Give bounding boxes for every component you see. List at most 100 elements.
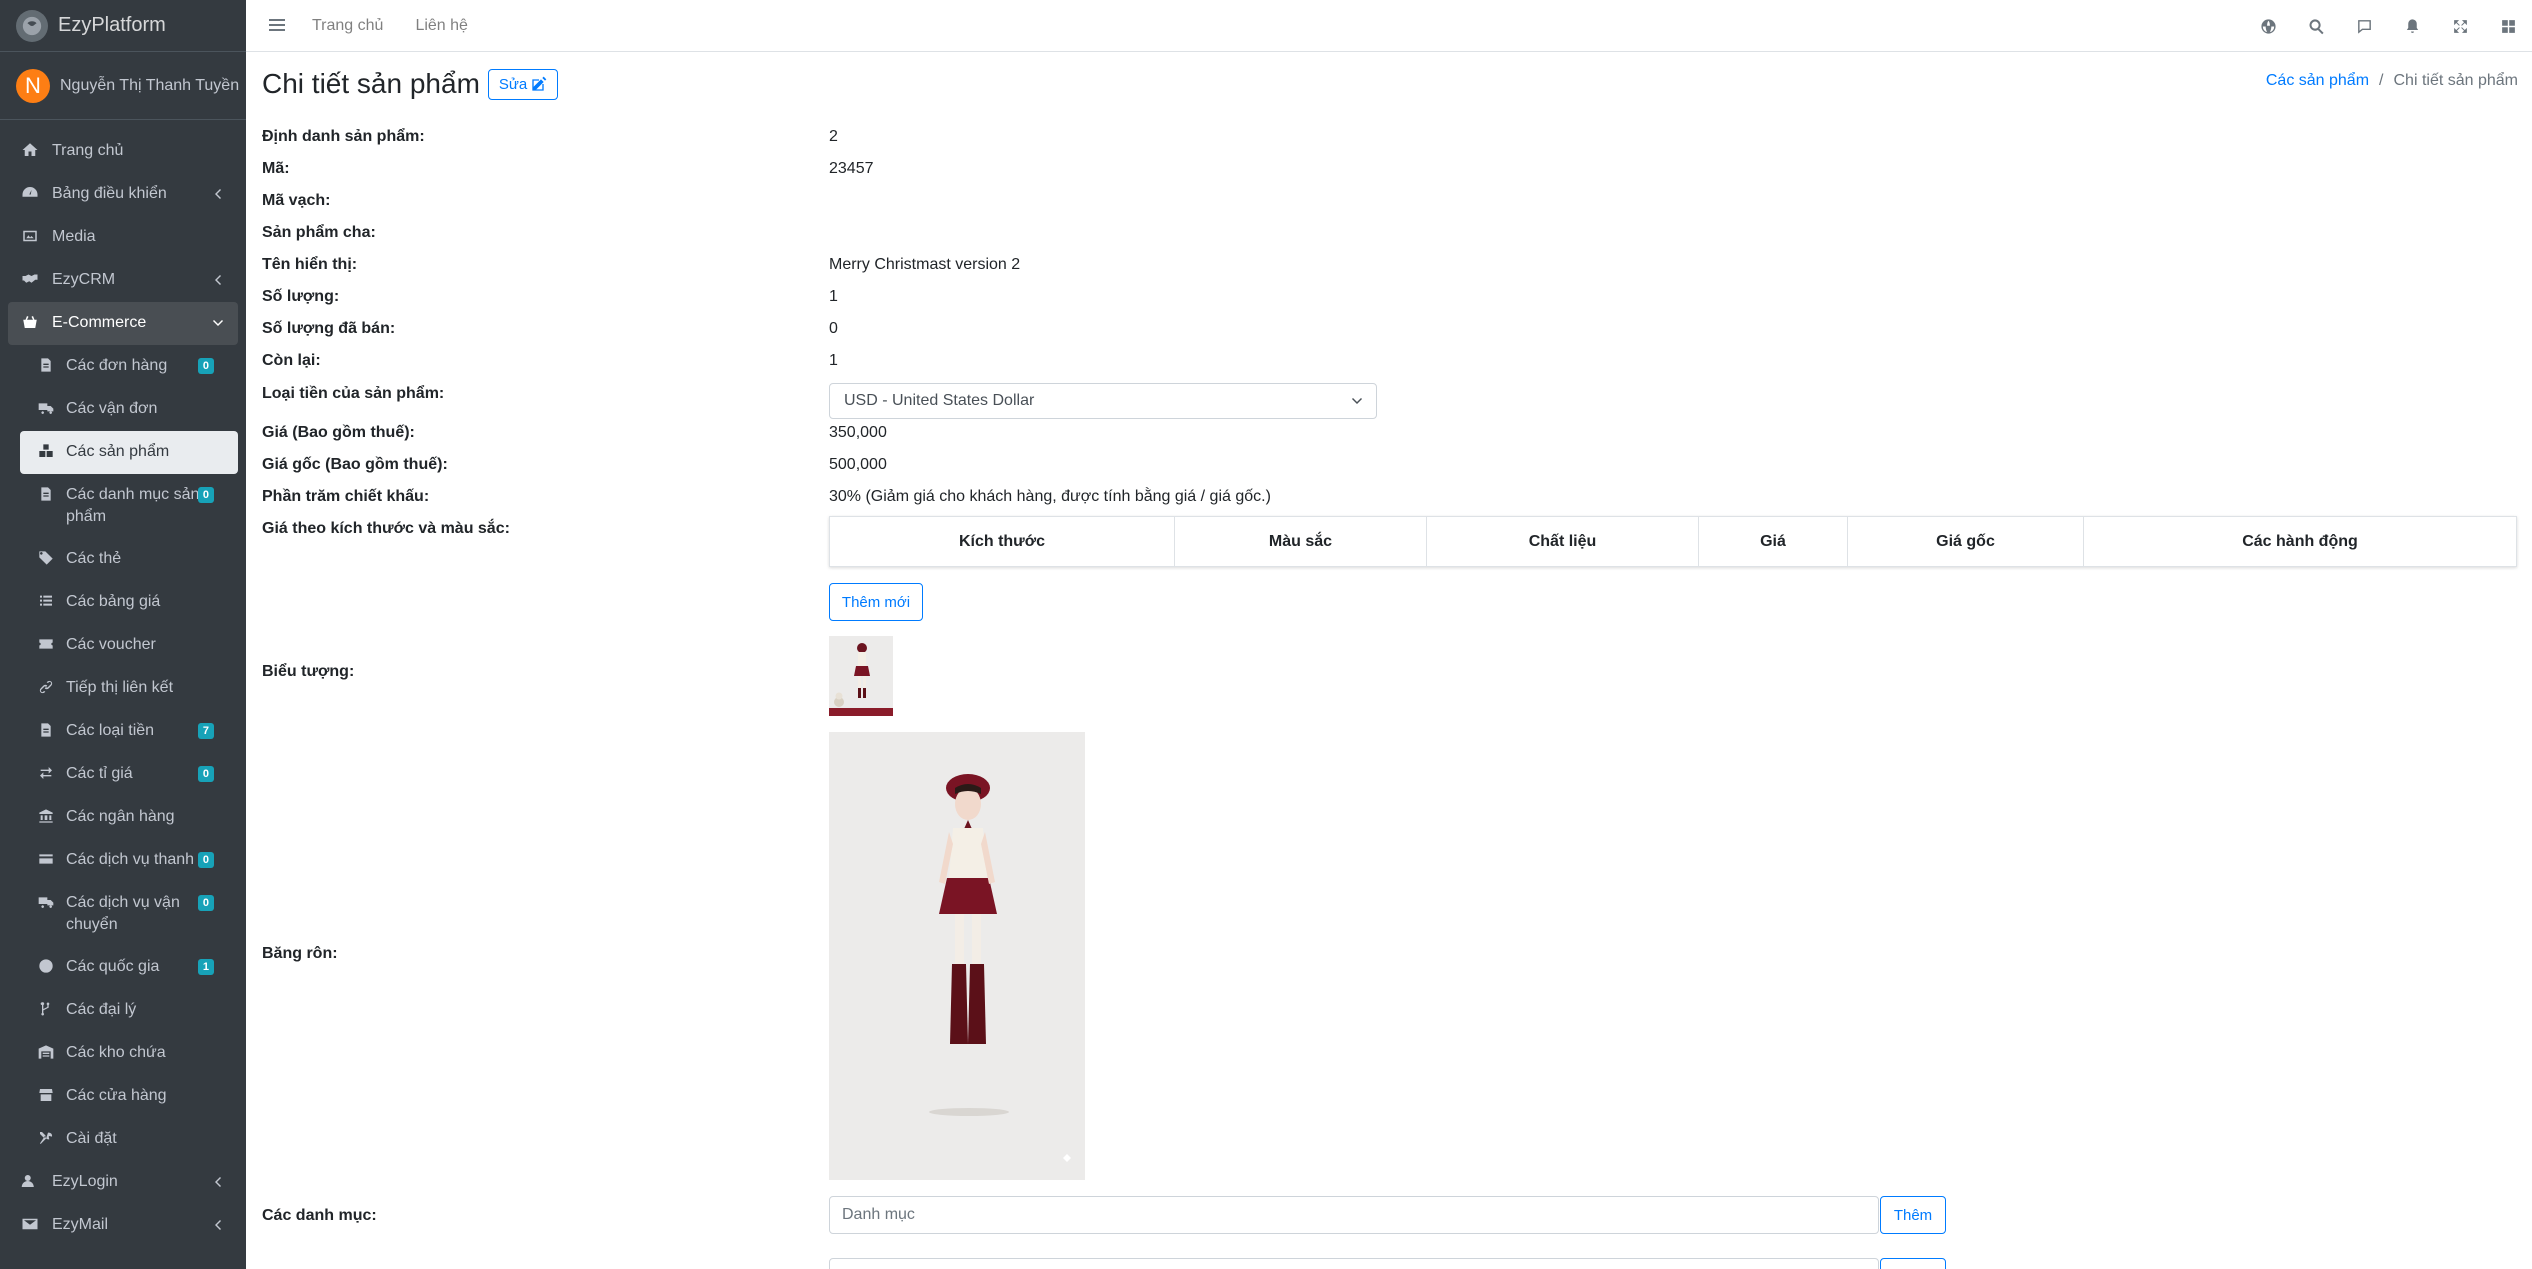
add-category-button[interactable]: Thêm	[1880, 1196, 1946, 1234]
fullscreen-icon[interactable]	[2436, 0, 2484, 52]
search-icon[interactable]	[2292, 0, 2340, 52]
table-header-color: Màu sắc	[1175, 517, 1427, 566]
payment-services-count-badge: 0	[197, 852, 214, 868]
sidebar-item-shipments[interactable]: Các vận đơn	[20, 388, 238, 431]
label-icon: Biểu tượng:	[262, 663, 355, 680]
sidebar: EzyPlatform N Nguyễn Thị Thanh Tuyền Tra…	[0, 0, 246, 1269]
sidebar-item-ecommerce[interactable]: E-Commerce	[8, 302, 238, 345]
file-icon	[36, 355, 56, 375]
sidebar-item-warehouses[interactable]: Các kho chứa	[20, 1032, 238, 1075]
chevron-left-icon	[212, 273, 224, 285]
globe-icon	[36, 956, 56, 976]
top-link-home[interactable]: Trang chủ	[312, 17, 383, 35]
sidebar-item-affiliate[interactable]: Tiếp thị liên kết	[20, 667, 238, 710]
topbar: Trang chủ Liên hệ	[246, 0, 2532, 52]
secondary-add-button[interactable]	[1880, 1258, 1946, 1269]
table-header-actions: Các hành động	[2242, 532, 2358, 550]
sidebar-item-products[interactable]: Các sản phẩm	[20, 431, 238, 474]
sidebar-item-media[interactable]: Media	[8, 216, 238, 259]
sidebar-item-ezylogin[interactable]: EzyLogin	[8, 1161, 238, 1204]
label-barcode: Mã vạch:	[262, 192, 331, 209]
chevron-left-icon	[212, 187, 224, 199]
brand-link[interactable]: EzyPlatform	[0, 0, 246, 52]
edit-button[interactable]: Sửa	[487, 68, 559, 100]
sidebar-item-banks[interactable]: Các ngân hàng	[20, 796, 238, 839]
countries-count-badge: 1	[197, 959, 214, 975]
chevron-down-icon	[1352, 398, 1362, 404]
apps-grid-icon[interactable]	[2484, 0, 2532, 52]
sidebar-item-price-lists[interactable]: Các bảng giá	[20, 581, 238, 624]
sidebar-item-currencies[interactable]: Các loại tiền 7	[20, 710, 238, 753]
chevron-left-icon	[212, 1218, 224, 1230]
category-input[interactable]: Danh mục	[829, 1196, 1879, 1234]
brand-name: EzyPlatform	[58, 14, 166, 36]
label-price: Giá (Bao gồm thuế):	[262, 424, 415, 441]
sidebar-item-vouchers[interactable]: Các voucher	[20, 624, 238, 667]
value-discount: 30% (Giảm giá cho khách hàng, được tính …	[829, 488, 1271, 505]
value-original-price: 500,000	[829, 456, 887, 473]
link-icon	[36, 677, 56, 697]
sidebar-item-stores[interactable]: Các cửa hàng	[20, 1075, 238, 1118]
hamburger-menu-icon[interactable]	[268, 16, 288, 36]
exchange-rates-count-badge: 0	[197, 766, 214, 782]
brand-logo-icon	[16, 9, 48, 42]
user-panel[interactable]: N Nguyễn Thị Thanh Tuyền	[0, 52, 246, 120]
exchange-icon	[36, 763, 56, 783]
label-product-id: Định danh sản phẩm:	[262, 128, 425, 145]
file-icon	[36, 484, 56, 504]
breadcrumb-separator: /	[2379, 72, 2384, 89]
code-branch-icon	[36, 999, 56, 1019]
table-header-size: Kích thước	[830, 517, 1175, 566]
sidebar-item-ezycrm[interactable]: EzyCRM	[8, 259, 238, 302]
breadcrumb-current: Chi tiết sản phẩm	[2393, 72, 2518, 89]
edit-button-label: Sửa	[498, 75, 528, 93]
home-icon	[18, 140, 42, 160]
sidebar-item-orders[interactable]: Các đơn hàng 0	[20, 345, 238, 388]
sidebar-item-settings[interactable]: Cài đặt	[20, 1118, 238, 1161]
category-input-placeholder: Danh mục	[842, 1206, 915, 1223]
add-new-variant-button[interactable]: Thêm mới	[829, 583, 923, 621]
comments-icon[interactable]	[2340, 0, 2388, 52]
label-banner: Băng rôn:	[262, 945, 338, 962]
currency-select[interactable]: USD - United States Dollar	[829, 383, 1377, 419]
tags-icon	[36, 548, 56, 568]
sidebar-item-product-categories[interactable]: Các danh mục sản phẩm 0	[20, 474, 238, 538]
sidebar-item-home[interactable]: Trang chủ	[8, 130, 238, 173]
sidebar-item-ezymail[interactable]: EzyMail	[8, 1204, 238, 1247]
product-icon-image[interactable]	[829, 636, 893, 716]
product-banner-image[interactable]	[829, 732, 1085, 1180]
ticket-icon	[36, 634, 56, 654]
user-name[interactable]: Nguyễn Thị Thanh Tuyền	[60, 77, 239, 95]
topbar-icons	[2244, 0, 2532, 52]
secondary-input[interactable]	[829, 1258, 1879, 1269]
breadcrumb-link-products[interactable]: Các sản phẩm	[2266, 72, 2369, 90]
credit-card-icon	[36, 849, 56, 869]
sidebar-item-payment-services[interactable]: Các dịch vụ thanh toán 0	[20, 839, 238, 882]
shipping-services-count-badge: 0	[197, 895, 214, 911]
sidebar-item-agents[interactable]: Các đại lý	[20, 989, 238, 1032]
bell-icon[interactable]	[2388, 0, 2436, 52]
sidebar-item-exchange-rates[interactable]: Các tỉ giá 0	[20, 753, 238, 796]
sidebar-item-countries[interactable]: Các quốc gia 1	[20, 946, 238, 989]
sidebar-item-tags[interactable]: Các thẻ	[20, 538, 238, 581]
label-price-by-size-color: Giá theo kích thước và màu sắc:	[262, 520, 510, 537]
top-link-contact[interactable]: Liên hệ	[415, 17, 468, 35]
truck-icon	[36, 398, 56, 418]
sidebar-nav: Trang chủ Bảng điều khiển Media EzyCRM E…	[0, 120, 246, 1247]
sidebar-item-dashboard[interactable]: Bảng điều khiển	[8, 173, 238, 216]
table-header-price: Giá	[1699, 517, 1848, 566]
currencies-count-badge: 7	[197, 723, 214, 739]
language-globe-icon[interactable]	[2244, 0, 2292, 52]
currency-select-value: USD - United States Dollar	[844, 392, 1035, 409]
store-icon	[36, 1085, 56, 1105]
table-header-original-price: Giá gốc	[1848, 517, 2084, 566]
label-parent-product: Sản phẩm cha:	[262, 224, 376, 241]
users-icon	[18, 1171, 42, 1191]
gauge-icon	[18, 183, 42, 203]
image-icon	[18, 226, 42, 246]
main-content: Chi tiết sản phẩm Sửa Các sản phẩm / Chi…	[246, 52, 2532, 1269]
value-price: 350,000	[829, 424, 887, 441]
value-sold: 0	[829, 320, 838, 337]
sidebar-item-shipping-services[interactable]: Các dịch vụ vận chuyển 0	[20, 882, 238, 946]
value-display-name: Merry Christmast version 2	[829, 256, 1021, 273]
